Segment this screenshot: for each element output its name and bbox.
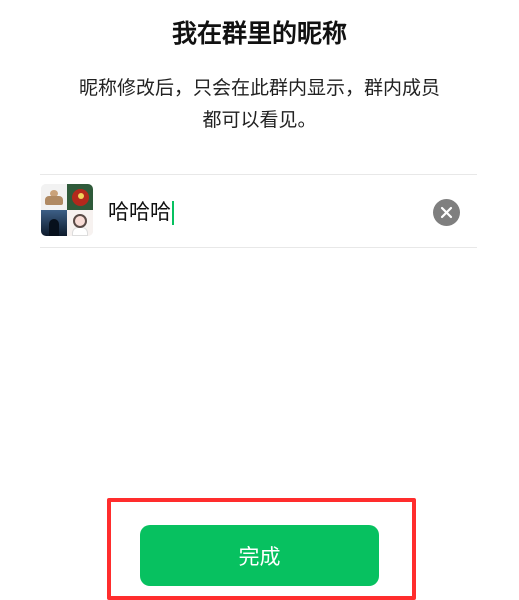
nickname-value: 哈哈哈 — [108, 200, 171, 224]
avatar-tile-2 — [67, 184, 93, 210]
top-divider — [40, 174, 477, 175]
avatar-tile-1 — [41, 184, 67, 210]
text-cursor — [172, 201, 174, 225]
avatar-tile-4 — [67, 210, 93, 236]
clear-icon — [440, 206, 453, 219]
avatar-tile-3 — [41, 210, 67, 236]
group-avatar-icon — [41, 184, 93, 236]
done-button[interactable]: 完成 — [140, 525, 379, 586]
nickname-description: 昵称修改后，只会在此群内显示，群内成员 都可以看见。 — [40, 72, 479, 136]
description-line-1: 昵称修改后，只会在此群内显示，群内成员 — [78, 77, 440, 99]
page-title: 我在群里的昵称 — [171, 19, 347, 48]
nickname-input[interactable]: 哈哈哈 — [108, 196, 408, 228]
description-line-2: 都可以看见。 — [202, 109, 317, 131]
clear-button[interactable] — [433, 199, 460, 226]
bottom-divider — [40, 247, 477, 248]
